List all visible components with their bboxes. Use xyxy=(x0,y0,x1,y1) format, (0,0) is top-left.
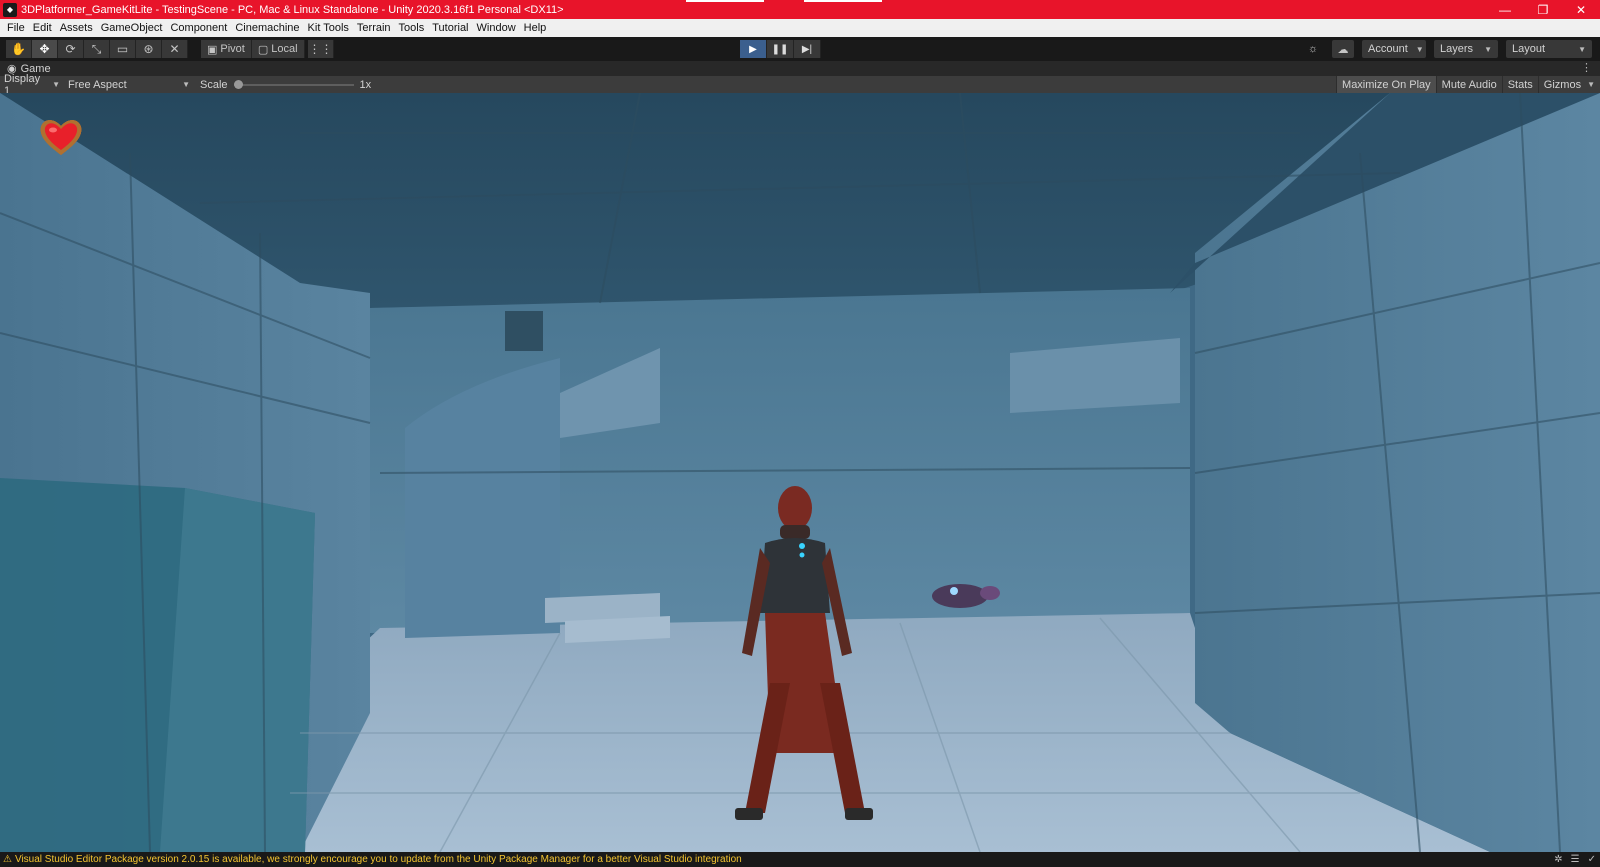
dark-opening xyxy=(505,311,543,351)
stats-toggle[interactable]: Stats xyxy=(1501,76,1538,93)
scale-tool-icon[interactable]: ⤡ xyxy=(84,40,110,58)
collab-icon[interactable]: ☼ xyxy=(1302,40,1324,58)
chevron-down-icon: ▼ xyxy=(182,80,190,89)
account-dropdown[interactable]: Account ▼ xyxy=(1362,40,1426,58)
debug-icon[interactable]: ✲ xyxy=(1554,854,1562,865)
gizmos-label: Gizmos xyxy=(1543,78,1582,91)
play-button[interactable]: ▶ xyxy=(740,40,767,58)
menu-terrain[interactable]: Terrain xyxy=(353,19,395,37)
chevron-down-icon: ▼ xyxy=(52,80,60,89)
aspect-label: Free Aspect xyxy=(68,78,127,91)
game-scene xyxy=(0,93,1600,852)
menu-edit[interactable]: Edit xyxy=(29,19,56,37)
rotate-tool-icon[interactable]: ⟳ xyxy=(58,40,84,58)
menu-kit-tools[interactable]: Kit Tools xyxy=(304,19,353,37)
pivot-toggles: ▣ Pivot ▢ Local xyxy=(201,40,305,58)
unity-logo-icon: ◆ xyxy=(3,2,17,17)
console-message[interactable]: Visual Studio Editor Package version 2.0… xyxy=(15,854,742,865)
menu-window[interactable]: Window xyxy=(473,19,520,37)
menu-file[interactable]: File xyxy=(3,19,29,37)
display-dropdown[interactable]: Display 1 ▼ xyxy=(0,73,64,97)
local-label: Local xyxy=(271,43,298,55)
transform-tools: ✋ ✥ ⟳ ⤡ ▭ ⊛ ✕ xyxy=(6,40,188,58)
menu-tools[interactable]: Tools xyxy=(395,19,429,37)
snap-group: ⋮⋮ xyxy=(308,40,334,58)
chevron-down-icon: ▼ xyxy=(1578,44,1586,54)
game-viewport[interactable] xyxy=(0,93,1600,852)
game-view-options: Maximize On Play Mute Audio Stats Gizmos… xyxy=(1336,76,1600,93)
scale-slider-handle[interactable] xyxy=(233,79,243,89)
game-tab-bar: ◉ Game ⋮ xyxy=(0,61,1600,76)
step-button[interactable]: ▶| xyxy=(794,40,821,58)
title-highlight-2 xyxy=(804,0,882,2)
custom-tool-icon[interactable]: ✕ xyxy=(162,40,188,58)
cloud-icon[interactable]: ☁ xyxy=(1332,40,1354,58)
progress-icon[interactable]: ☰ xyxy=(1571,854,1580,865)
play-controls: ▶ ❚❚ ▶| xyxy=(740,40,821,58)
near-block-side xyxy=(160,488,315,852)
menu-assets[interactable]: Assets xyxy=(56,19,97,37)
main-toolbar: ✋ ✥ ⟳ ⤡ ▭ ⊛ ✕ ▣ Pivot ▢ Local ⋮⋮ ▶ ❚❚ ▶| ☼… xyxy=(0,37,1600,61)
right-toolbar: ☼ ☁ Account ▼ Layers ▼ Layout ▼ xyxy=(1302,40,1592,58)
gizmos-dropdown[interactable]: Gizmos ▼ xyxy=(1537,76,1600,93)
pause-button[interactable]: ❚❚ xyxy=(767,40,794,58)
hand-tool-icon[interactable]: ✋ xyxy=(6,40,32,58)
menu-help[interactable]: Help xyxy=(520,19,551,37)
chevron-down-icon: ▼ xyxy=(1484,44,1492,54)
grid-snap-icon[interactable]: ⋮⋮ xyxy=(308,40,334,58)
rect-tool-icon[interactable]: ▭ xyxy=(110,40,136,58)
pivot-toggle[interactable]: ▣ Pivot xyxy=(201,40,252,58)
title-highlight-1 xyxy=(686,0,764,2)
chevron-down-icon: ▼ xyxy=(1587,80,1595,89)
chevron-down-icon: ▼ xyxy=(1415,44,1424,54)
window-controls: — ❐ ✕ xyxy=(1486,0,1600,19)
local-icon: ▢ xyxy=(257,43,269,56)
scale-label: Scale xyxy=(200,78,228,91)
menu-tutorial[interactable]: Tutorial xyxy=(428,19,472,37)
status-icons: ✲ ☰ ✓ xyxy=(1554,852,1596,867)
scale-value: 1x xyxy=(359,78,372,91)
maximize-on-play-toggle[interactable]: Maximize On Play xyxy=(1336,76,1436,93)
menu-cinemachine[interactable]: Cinemachine xyxy=(231,19,303,37)
move-tool-icon[interactable]: ✥ xyxy=(32,40,58,58)
layout-label: Layout xyxy=(1512,43,1546,55)
menu-bar: File Edit Assets GameObject Component Ci… xyxy=(0,19,1600,37)
game-view-toolbar: Display 1 ▼ Free Aspect ▼ Scale 1x Maximiz… xyxy=(0,73,1600,97)
layers-label: Layers xyxy=(1440,43,1474,55)
status-bar: ⚠ Visual Studio Editor Package version 2… xyxy=(0,852,1600,867)
transform-tool-icon[interactable]: ⊛ xyxy=(136,40,162,58)
pivot-label: Pivot xyxy=(220,43,245,55)
heart-icon xyxy=(40,120,82,155)
layout-dropdown[interactable]: Layout ▼ xyxy=(1506,40,1592,58)
aspect-dropdown[interactable]: Free Aspect ▼ xyxy=(64,76,194,93)
mute-audio-toggle[interactable]: Mute Audio xyxy=(1435,76,1502,93)
scale-slider[interactable] xyxy=(233,79,354,89)
menu-gameobject[interactable]: GameObject xyxy=(97,19,167,37)
close-button[interactable]: ✕ xyxy=(1562,0,1600,19)
minimize-button[interactable]: — xyxy=(1486,0,1524,19)
tab-menu-icon[interactable]: ⋮ xyxy=(1581,61,1592,76)
warning-icon: ⚠ xyxy=(3,854,12,865)
check-icon[interactable]: ✓ xyxy=(1588,854,1596,865)
scale-control: Scale 1x xyxy=(200,79,371,91)
local-toggle[interactable]: ▢ Local xyxy=(251,40,305,58)
title-bar: ◆ 3DPlatformer_GameKitLite - TestingScen… xyxy=(0,0,1600,19)
restore-button[interactable]: ❐ xyxy=(1524,0,1562,19)
menu-component[interactable]: Component xyxy=(166,19,231,37)
pivot-icon: ▣ xyxy=(207,43,218,56)
layers-dropdown[interactable]: Layers ▼ xyxy=(1434,40,1498,58)
window-title: 3DPlatformer_GameKitLite - TestingScene … xyxy=(21,3,564,16)
account-label: Account xyxy=(1368,43,1408,55)
